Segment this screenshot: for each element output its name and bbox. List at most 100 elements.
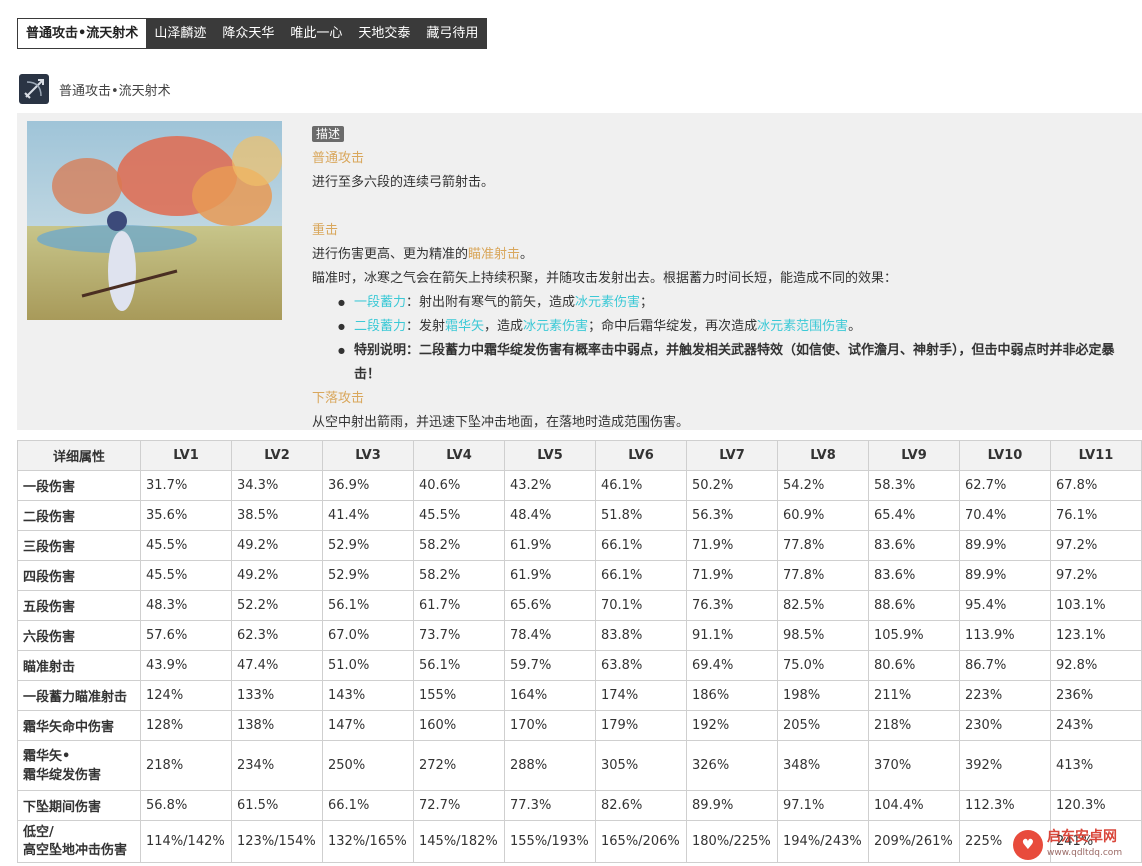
table-cell: 95.4%	[959, 590, 1051, 621]
table-cell: 45.5%	[140, 560, 232, 591]
table-header: LV1	[140, 440, 232, 471]
table-cell: 147%	[322, 710, 414, 741]
table-cell: 49.2%	[231, 530, 323, 561]
text: ，造成	[484, 319, 524, 334]
table-cell: 97.1%	[777, 790, 869, 821]
table-cell: 69.4%	[686, 650, 778, 681]
table-cell: 66.1%	[322, 790, 414, 821]
table-cell: 272%	[413, 740, 505, 791]
tab-passive-2[interactable]: 天地交泰	[350, 19, 418, 48]
table-cell: 62.3%	[231, 620, 323, 651]
charged-attack-detail: 瞄准时，冰寒之气会在箭矢上持续积聚，并随攻击发射出去。根据蓄力时间长短，能造成不…	[312, 271, 898, 286]
row-label: 四段伤害	[17, 560, 141, 591]
row-label: 三段伤害	[17, 530, 141, 561]
list-item: 一段蓄力：射出附有寒气的箭矢，造成冰元素伤害；	[338, 291, 1137, 315]
table-cell: 67.8%	[1050, 470, 1142, 501]
row-label-line: 霜华矢•	[23, 748, 71, 764]
table-cell: 80.6%	[868, 650, 960, 681]
normal-attack-text: 进行至多六段的连续弓箭射击。	[312, 175, 495, 190]
table-cell: 66.1%	[595, 560, 687, 591]
table-row: 六段伤害 57.6% 62.3% 67.0% 73.7% 78.4% 83.8% 91.1% 9…	[17, 620, 1142, 651]
list-item: 二段蓄力：发射霜华矢，造成冰元素伤害；命中后霜华绽发，再次造成冰元素范围伤害。	[338, 315, 1137, 339]
table-cell: 92.8%	[1050, 650, 1142, 681]
table-cell: 89.9%	[686, 790, 778, 821]
table-header: LV6	[595, 440, 687, 471]
table-cell: 97.2%	[1050, 530, 1142, 561]
table-cell: 138%	[231, 710, 323, 741]
watermark-title: 启东安卓网	[1047, 829, 1117, 845]
table-row: 瞄准射击 43.9% 47.4% 51.0% 56.1% 59.7% 63.8% 69.4% 7…	[17, 650, 1142, 681]
table-header-row: 详细属性 LV1 LV2 LV3 LV4 LV5 LV6 LV7 LV8 LV9…	[17, 440, 1142, 471]
tab-normal-attack[interactable]: 普通攻击•流天射术	[18, 19, 147, 48]
tab-burst[interactable]: 降众天华	[214, 19, 282, 48]
tab-passive-3[interactable]: 藏弓待用	[418, 19, 486, 48]
table-cell: 61.9%	[504, 530, 596, 561]
row-label: 五段伤害	[17, 590, 141, 621]
text: 。	[848, 319, 862, 334]
table-cell: 236%	[1050, 680, 1142, 711]
row-label: 霜华矢命中伤害	[17, 710, 141, 741]
list-item: 特别说明：二段蓄力中霜华绽发伤害有概率击中弱点，并触发相关武器特效（如信使、试作…	[338, 339, 1137, 387]
table-cell: 288%	[504, 740, 596, 791]
table-cell: 47.4%	[231, 650, 323, 681]
table-cell: 234%	[231, 740, 323, 791]
table-cell: 34.3%	[231, 470, 323, 501]
table-cell: 66.1%	[595, 530, 687, 561]
text: ；	[640, 295, 654, 310]
charged-attack-text: 进行伤害更高、更为精准的瞄准射击。	[312, 243, 1137, 267]
table-cell: 143%	[322, 680, 414, 711]
table-cell: 45.5%	[413, 500, 505, 531]
attribute-table: 详细属性 LV1 LV2 LV3 LV4 LV5 LV6 LV7 LV8 LV9…	[17, 440, 1142, 863]
table-cell: 326%	[686, 740, 778, 791]
table-cell: 51.0%	[322, 650, 414, 681]
table-row: 二段伤害 35.6% 38.5% 41.4% 45.5% 48.4% 51.8% 56.3% 6…	[17, 500, 1142, 531]
table-row: 霜华矢命中伤害 128% 138% 147% 160% 170% 179% 192% 205% 2…	[17, 710, 1142, 741]
table-cell: 104.4%	[868, 790, 960, 821]
table-cell: 211%	[868, 680, 960, 711]
table-cell: 77.3%	[504, 790, 596, 821]
table-cell: 70.4%	[959, 500, 1051, 531]
table-cell: 120.3%	[1050, 790, 1142, 821]
heart-logo-icon: ♥	[1013, 830, 1043, 860]
description-panel: 描述 普通攻击 进行至多六段的连续弓箭射击。 重击 进行伤害更高、更为精准的瞄准…	[17, 113, 1142, 430]
table-cell: 71.9%	[686, 560, 778, 591]
table-cell: 61.5%	[231, 790, 323, 821]
table-cell: 86.7%	[959, 650, 1051, 681]
table-cell: 77.8%	[777, 530, 869, 561]
table-cell: 43.9%	[140, 650, 232, 681]
table-cell: 170%	[504, 710, 596, 741]
tab-passive-1[interactable]: 唯此一心	[282, 19, 350, 48]
charged-attack-title: 重击	[312, 223, 339, 238]
table-cell: 56.1%	[322, 590, 414, 621]
table-cell: 160%	[413, 710, 505, 741]
aimed-shot-keyword: 瞄准射击	[468, 247, 521, 262]
table-cell: 58.2%	[413, 530, 505, 561]
table-cell: 56.3%	[686, 500, 778, 531]
table-cell: 50.2%	[686, 470, 778, 501]
tab-skill[interactable]: 山泽麟迹	[146, 19, 214, 48]
table-cell: 77.8%	[777, 560, 869, 591]
table-cell: 67.0%	[322, 620, 414, 651]
table-header: LV4	[413, 440, 505, 471]
table-cell: 52.2%	[231, 590, 323, 621]
table-row: 四段伤害 45.5% 49.2% 52.9% 58.2% 61.9% 66.1% 71.9% 7…	[17, 560, 1142, 591]
table-cell: 192%	[686, 710, 778, 741]
table-cell: 124%	[140, 680, 232, 711]
table-cell: 114%/142%	[140, 820, 232, 863]
skill-title: 普通攻击•流天射术	[59, 83, 171, 99]
table-cell: 61.9%	[504, 560, 596, 591]
table-cell: 250%	[322, 740, 414, 791]
table-cell: 103.1%	[1050, 590, 1142, 621]
table-cell: 60.9%	[777, 500, 869, 531]
table-cell: 145%/182%	[413, 820, 505, 863]
keyword: 霜华矢	[445, 319, 485, 334]
table-header: LV2	[231, 440, 323, 471]
keyword: 冰元素伤害	[523, 319, 589, 334]
row-label-line: 低空/	[23, 824, 54, 840]
table-cell: 59.7%	[504, 650, 596, 681]
table-cell: 186%	[686, 680, 778, 711]
row-label: 低空/高空坠地冲击伤害	[17, 820, 141, 863]
table-cell: 38.5%	[231, 500, 323, 531]
table-cell: 63.8%	[595, 650, 687, 681]
keyword: 冰元素伤害	[575, 295, 641, 310]
